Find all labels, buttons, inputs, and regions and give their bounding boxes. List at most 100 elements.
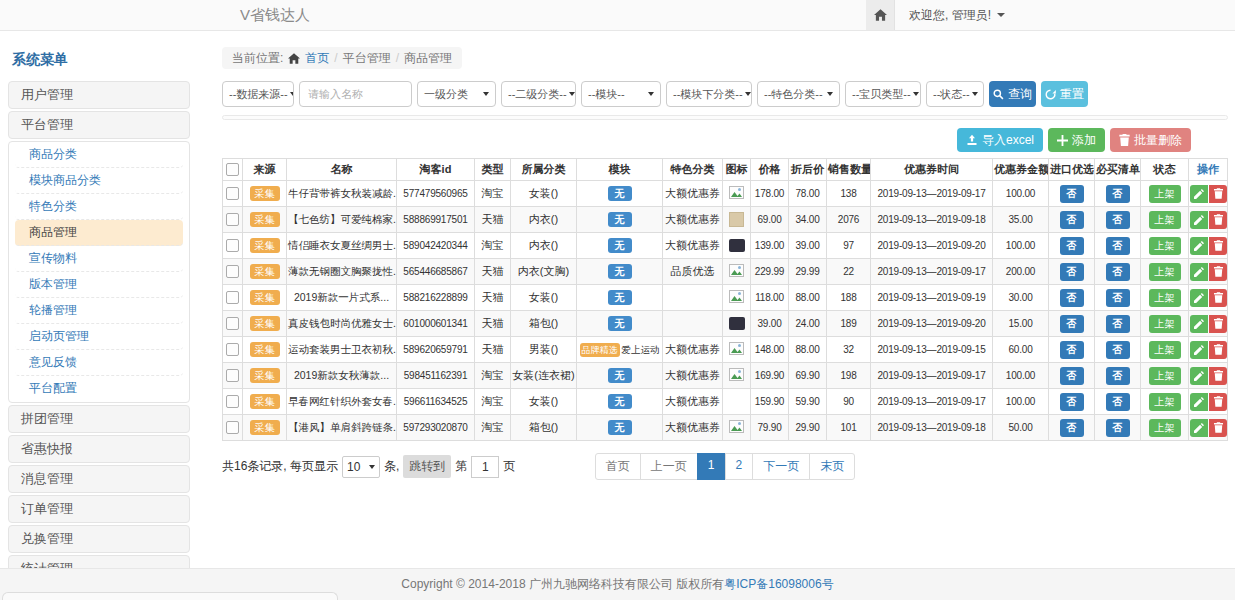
row-checkbox[interactable] [226, 265, 239, 278]
status-button[interactable]: 上架 [1149, 419, 1181, 437]
sidebar-subitem[interactable]: 宣传物料 [15, 246, 183, 272]
sidebar-item[interactable]: 订单管理 [8, 495, 190, 523]
imported-toggle-button[interactable]: 否 [1060, 419, 1084, 437]
row-checkbox[interactable] [226, 213, 239, 226]
row-checkbox[interactable] [226, 395, 239, 408]
filter-select-1[interactable]: 一级分类 [417, 81, 496, 107]
row-checkbox[interactable] [226, 317, 239, 330]
must-buy-toggle-button[interactable]: 否 [1106, 315, 1130, 333]
sidebar-subitem[interactable]: 意见反馈 [15, 350, 183, 376]
imported-toggle-button[interactable]: 否 [1060, 341, 1084, 359]
edit-button[interactable] [1190, 393, 1208, 411]
per-page-select[interactable]: 10 [342, 456, 380, 478]
sidebar-subitem[interactable]: 商品管理 [15, 220, 183, 246]
delete-button[interactable] [1209, 419, 1227, 437]
filter-select-3[interactable]: --模块-- [581, 81, 661, 107]
sidebar-subitem[interactable]: 启动页管理 [15, 324, 183, 350]
row-checkbox[interactable] [226, 369, 239, 382]
edit-button[interactable] [1190, 315, 1208, 333]
sidebar-item[interactable]: 兑换管理 [8, 525, 190, 553]
must-buy-toggle-button[interactable]: 否 [1106, 393, 1130, 411]
must-buy-toggle-button[interactable]: 否 [1106, 185, 1130, 203]
imported-toggle-button[interactable]: 否 [1060, 185, 1084, 203]
must-buy-toggle-button[interactable]: 否 [1106, 289, 1130, 307]
sidebar-item[interactable]: 拼团管理 [8, 405, 190, 433]
row-checkbox[interactable] [226, 343, 239, 356]
delete-button[interactable] [1209, 393, 1227, 411]
sidebar-subitem[interactable]: 轮播管理 [15, 298, 183, 324]
sidebar-subitem[interactable]: 版本管理 [15, 272, 183, 298]
imported-toggle-button[interactable]: 否 [1060, 393, 1084, 411]
name-search-input[interactable] [299, 81, 412, 107]
delete-button[interactable] [1209, 341, 1227, 359]
home-button[interactable] [866, 0, 895, 30]
row-checkbox[interactable] [226, 187, 239, 200]
edit-button[interactable] [1190, 211, 1208, 229]
imported-toggle-button[interactable]: 否 [1060, 263, 1084, 281]
edit-button[interactable] [1190, 341, 1208, 359]
imported-toggle-button[interactable]: 否 [1060, 289, 1084, 307]
jump-button[interactable]: 跳转到 [403, 455, 451, 478]
delete-button[interactable] [1209, 185, 1227, 203]
row-checkbox[interactable] [226, 239, 239, 252]
sidebar-item[interactable]: 消息管理 [8, 465, 190, 493]
imported-toggle-button[interactable]: 否 [1060, 315, 1084, 333]
filter-select-2[interactable]: --二级分类-- [501, 81, 576, 107]
delete-button[interactable] [1209, 237, 1227, 255]
page-number-input[interactable] [471, 456, 499, 478]
reset-button[interactable]: 重置 [1041, 81, 1088, 107]
sidebar-subitem[interactable]: 模块商品分类 [15, 168, 183, 194]
imported-toggle-button[interactable]: 否 [1060, 211, 1084, 229]
sidebar-subitem[interactable]: 平台配置 [15, 376, 183, 402]
select-all-checkbox[interactable] [226, 163, 239, 176]
edit-button[interactable] [1190, 419, 1208, 437]
sidebar-item-users[interactable]: 用户管理 [8, 81, 190, 109]
pager-button-1[interactable]: 1 [697, 453, 726, 480]
status-button[interactable]: 上架 [1149, 367, 1181, 385]
filter-select-4[interactable]: --模块下分类-- [666, 81, 752, 107]
user-menu[interactable]: 欢迎您, 管理员! [895, 0, 1019, 30]
status-button[interactable]: 上架 [1149, 263, 1181, 281]
must-buy-toggle-button[interactable]: 否 [1106, 341, 1130, 359]
sidebar-item-platform[interactable]: 平台管理 [8, 111, 190, 139]
must-buy-toggle-button[interactable]: 否 [1106, 367, 1130, 385]
status-button[interactable]: 上架 [1149, 315, 1181, 333]
edit-button[interactable] [1190, 237, 1208, 255]
pager-button-首页[interactable]: 首页 [595, 453, 641, 480]
pager-button-2[interactable]: 2 [725, 453, 754, 480]
sidebar-item[interactable]: 省惠快报 [8, 435, 190, 463]
add-button[interactable]: 添加 [1048, 128, 1105, 152]
data-source-select[interactable]: --数据来源-- [222, 81, 294, 107]
breadcrumb-home-link[interactable]: 首页 [305, 50, 329, 67]
row-checkbox[interactable] [226, 421, 239, 434]
delete-button[interactable] [1209, 367, 1227, 385]
must-buy-toggle-button[interactable]: 否 [1106, 237, 1130, 255]
status-button[interactable]: 上架 [1149, 185, 1181, 203]
filter-select-7[interactable]: --状态-- [926, 81, 984, 107]
status-button[interactable]: 上架 [1149, 393, 1181, 411]
pager-button-末页[interactable]: 末页 [809, 453, 855, 480]
filter-select-6[interactable]: --宝贝类型-- [845, 81, 921, 107]
status-button[interactable]: 上架 [1149, 289, 1181, 307]
filter-select-5[interactable]: --特色分类-- [757, 81, 840, 107]
edit-button[interactable] [1190, 289, 1208, 307]
imported-toggle-button[interactable]: 否 [1060, 367, 1084, 385]
batch-delete-button[interactable]: 批量删除 [1110, 128, 1191, 152]
pager-button-下一页[interactable]: 下一页 [752, 453, 810, 480]
must-buy-toggle-button[interactable]: 否 [1106, 263, 1130, 281]
row-checkbox[interactable] [226, 291, 239, 304]
query-button[interactable]: 查询 [989, 81, 1036, 107]
pager-button-上一页[interactable]: 上一页 [640, 453, 698, 480]
must-buy-toggle-button[interactable]: 否 [1106, 419, 1130, 437]
import-excel-button[interactable]: 导入excel [957, 128, 1043, 152]
status-button[interactable]: 上架 [1149, 341, 1181, 359]
delete-button[interactable] [1209, 289, 1227, 307]
status-button[interactable]: 上架 [1149, 211, 1181, 229]
imported-toggle-button[interactable]: 否 [1060, 237, 1084, 255]
icp-link[interactable]: 粤ICP备16098006号 [724, 576, 833, 593]
status-button[interactable]: 上架 [1149, 237, 1181, 255]
delete-button[interactable] [1209, 315, 1227, 333]
edit-button[interactable] [1190, 185, 1208, 203]
sidebar-subitem[interactable]: 商品分类 [15, 142, 183, 168]
must-buy-toggle-button[interactable]: 否 [1106, 211, 1130, 229]
